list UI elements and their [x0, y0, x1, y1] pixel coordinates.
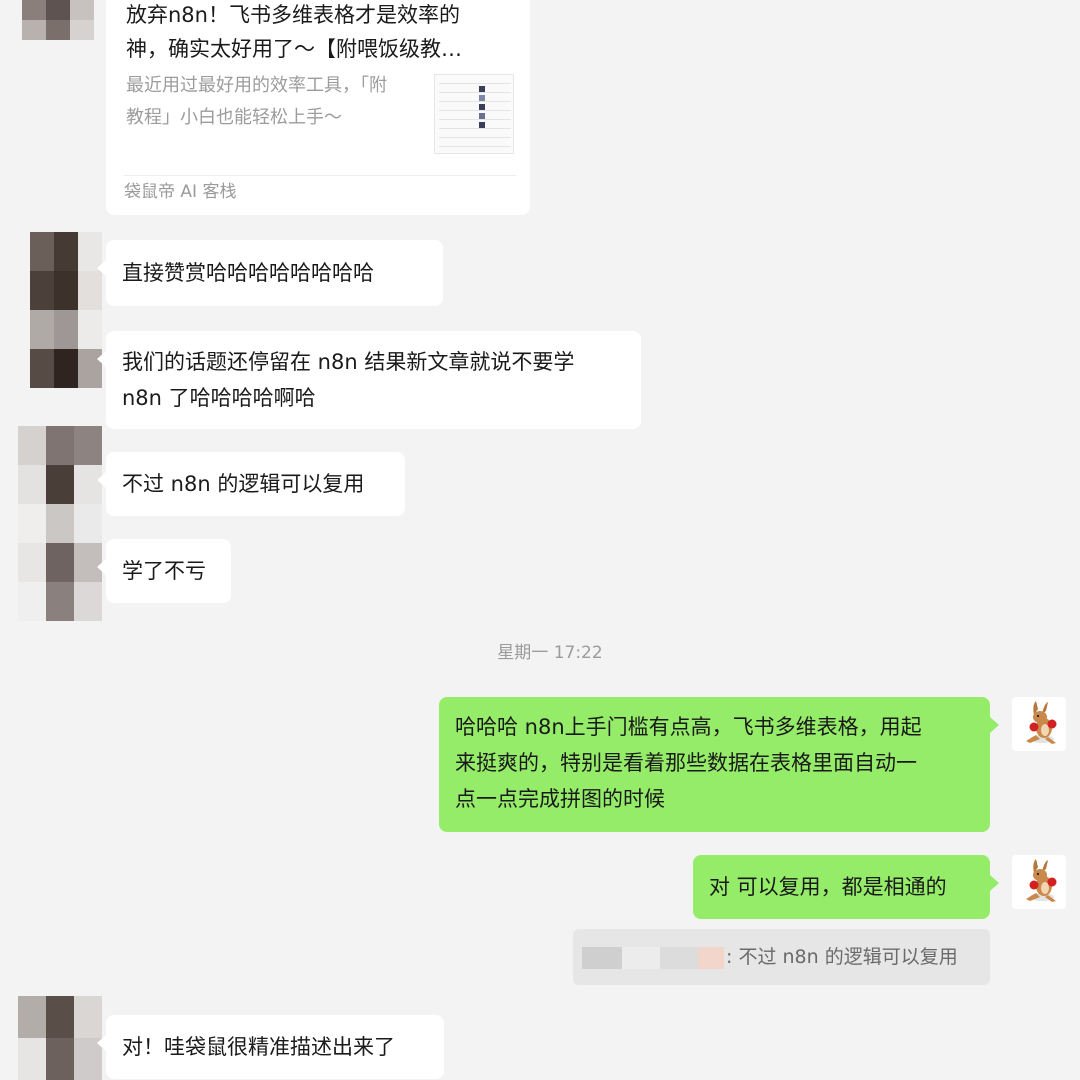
contact-avatar[interactable]	[22, 0, 94, 40]
message-text: 点一点完成拼图的时候	[455, 787, 665, 811]
article-title-line: 神，确实太好用了～【附喂饭级教…	[126, 37, 462, 61]
quoted-message[interactable]: : 不过 n8n 的逻辑可以复用	[573, 929, 990, 985]
kangaroo-icon	[1026, 701, 1057, 744]
blurred-sender-name	[698, 947, 724, 969]
contact-avatar[interactable]	[18, 996, 102, 1080]
article-description-line: 教程」小白也能轻松上手～	[126, 107, 342, 128]
message-text: 直接赞赏哈哈哈哈哈哈哈哈	[122, 261, 374, 285]
kangaroo-icon	[1026, 859, 1057, 902]
message-bubble-outgoing[interactable]: 对 可以复用，都是相通的	[693, 855, 999, 919]
message-bubble[interactable]: 对！哇袋鼠很精准描述出来了	[97, 1015, 444, 1079]
blurred-sender-name	[582, 947, 622, 969]
article-title-line: 放弃n8n！飞书多维表格才是效率的	[126, 3, 460, 27]
kangaroo-boxer-avatar[interactable]	[1012, 697, 1066, 751]
message-text: 我们的话题还停留在 n8n 结果新文章就说不要学	[122, 350, 575, 374]
message-bubble[interactable]: 直接赞赏哈哈哈哈哈哈哈哈	[97, 240, 443, 306]
message-text: 来挺爽的，特别是看着那些数据在表格里面自动一	[455, 751, 917, 775]
quoted-text: : 不过 n8n 的逻辑可以复用	[726, 946, 958, 968]
blurred-sender-name	[660, 947, 698, 969]
kangaroo-boxer-avatar[interactable]	[1012, 855, 1066, 909]
message-text: n8n 了哈哈哈哈啊哈	[122, 386, 316, 410]
card-divider	[124, 175, 516, 176]
blurred-sender-name	[622, 947, 660, 969]
message-bubble[interactable]: 不过 n8n 的逻辑可以复用	[97, 452, 405, 516]
message-bubble[interactable]: 我们的话题还停留在 n8n 结果新文章就说不要学 n8n 了哈哈哈哈啊哈	[97, 331, 641, 429]
timestamp-separator: 星期一 17:22	[497, 643, 603, 663]
article-description-line: 最近用过最好用的效率工具，「附	[126, 75, 387, 96]
article-description: 最近用过最好用的效率工具，「附 教程」小白也能轻松上手～	[126, 70, 426, 134]
article-title: 放弃n8n！飞书多维表格才是效率的 神，确实太好用了～【附喂饭级教…	[126, 0, 516, 66]
message-bubble-outgoing[interactable]: 哈哈哈 n8n上手门槛有点高，飞书多维表格，用起 来挺爽的，特别是看着那些数据在…	[439, 697, 999, 832]
article-thumbnail	[434, 74, 514, 154]
message-text: 对 可以复用，都是相通的	[709, 875, 947, 899]
message-text: 对！哇袋鼠很精准描述出来了	[122, 1035, 395, 1059]
message-bubble[interactable]: 学了不亏	[97, 539, 231, 603]
contact-avatar[interactable]	[18, 426, 102, 621]
article-link-card[interactable]: 放弃n8n！飞书多维表格才是效率的 神，确实太好用了～【附喂饭级教… 最近用过最…	[106, 0, 530, 215]
article-source[interactable]: 袋鼠帝 AI 客栈	[124, 180, 236, 204]
contact-avatar[interactable]	[30, 232, 102, 388]
message-text: 不过 n8n 的逻辑可以复用	[122, 472, 365, 496]
message-text: 学了不亏	[122, 559, 206, 583]
message-text: 哈哈哈 n8n上手门槛有点高，飞书多维表格，用起	[455, 715, 922, 739]
